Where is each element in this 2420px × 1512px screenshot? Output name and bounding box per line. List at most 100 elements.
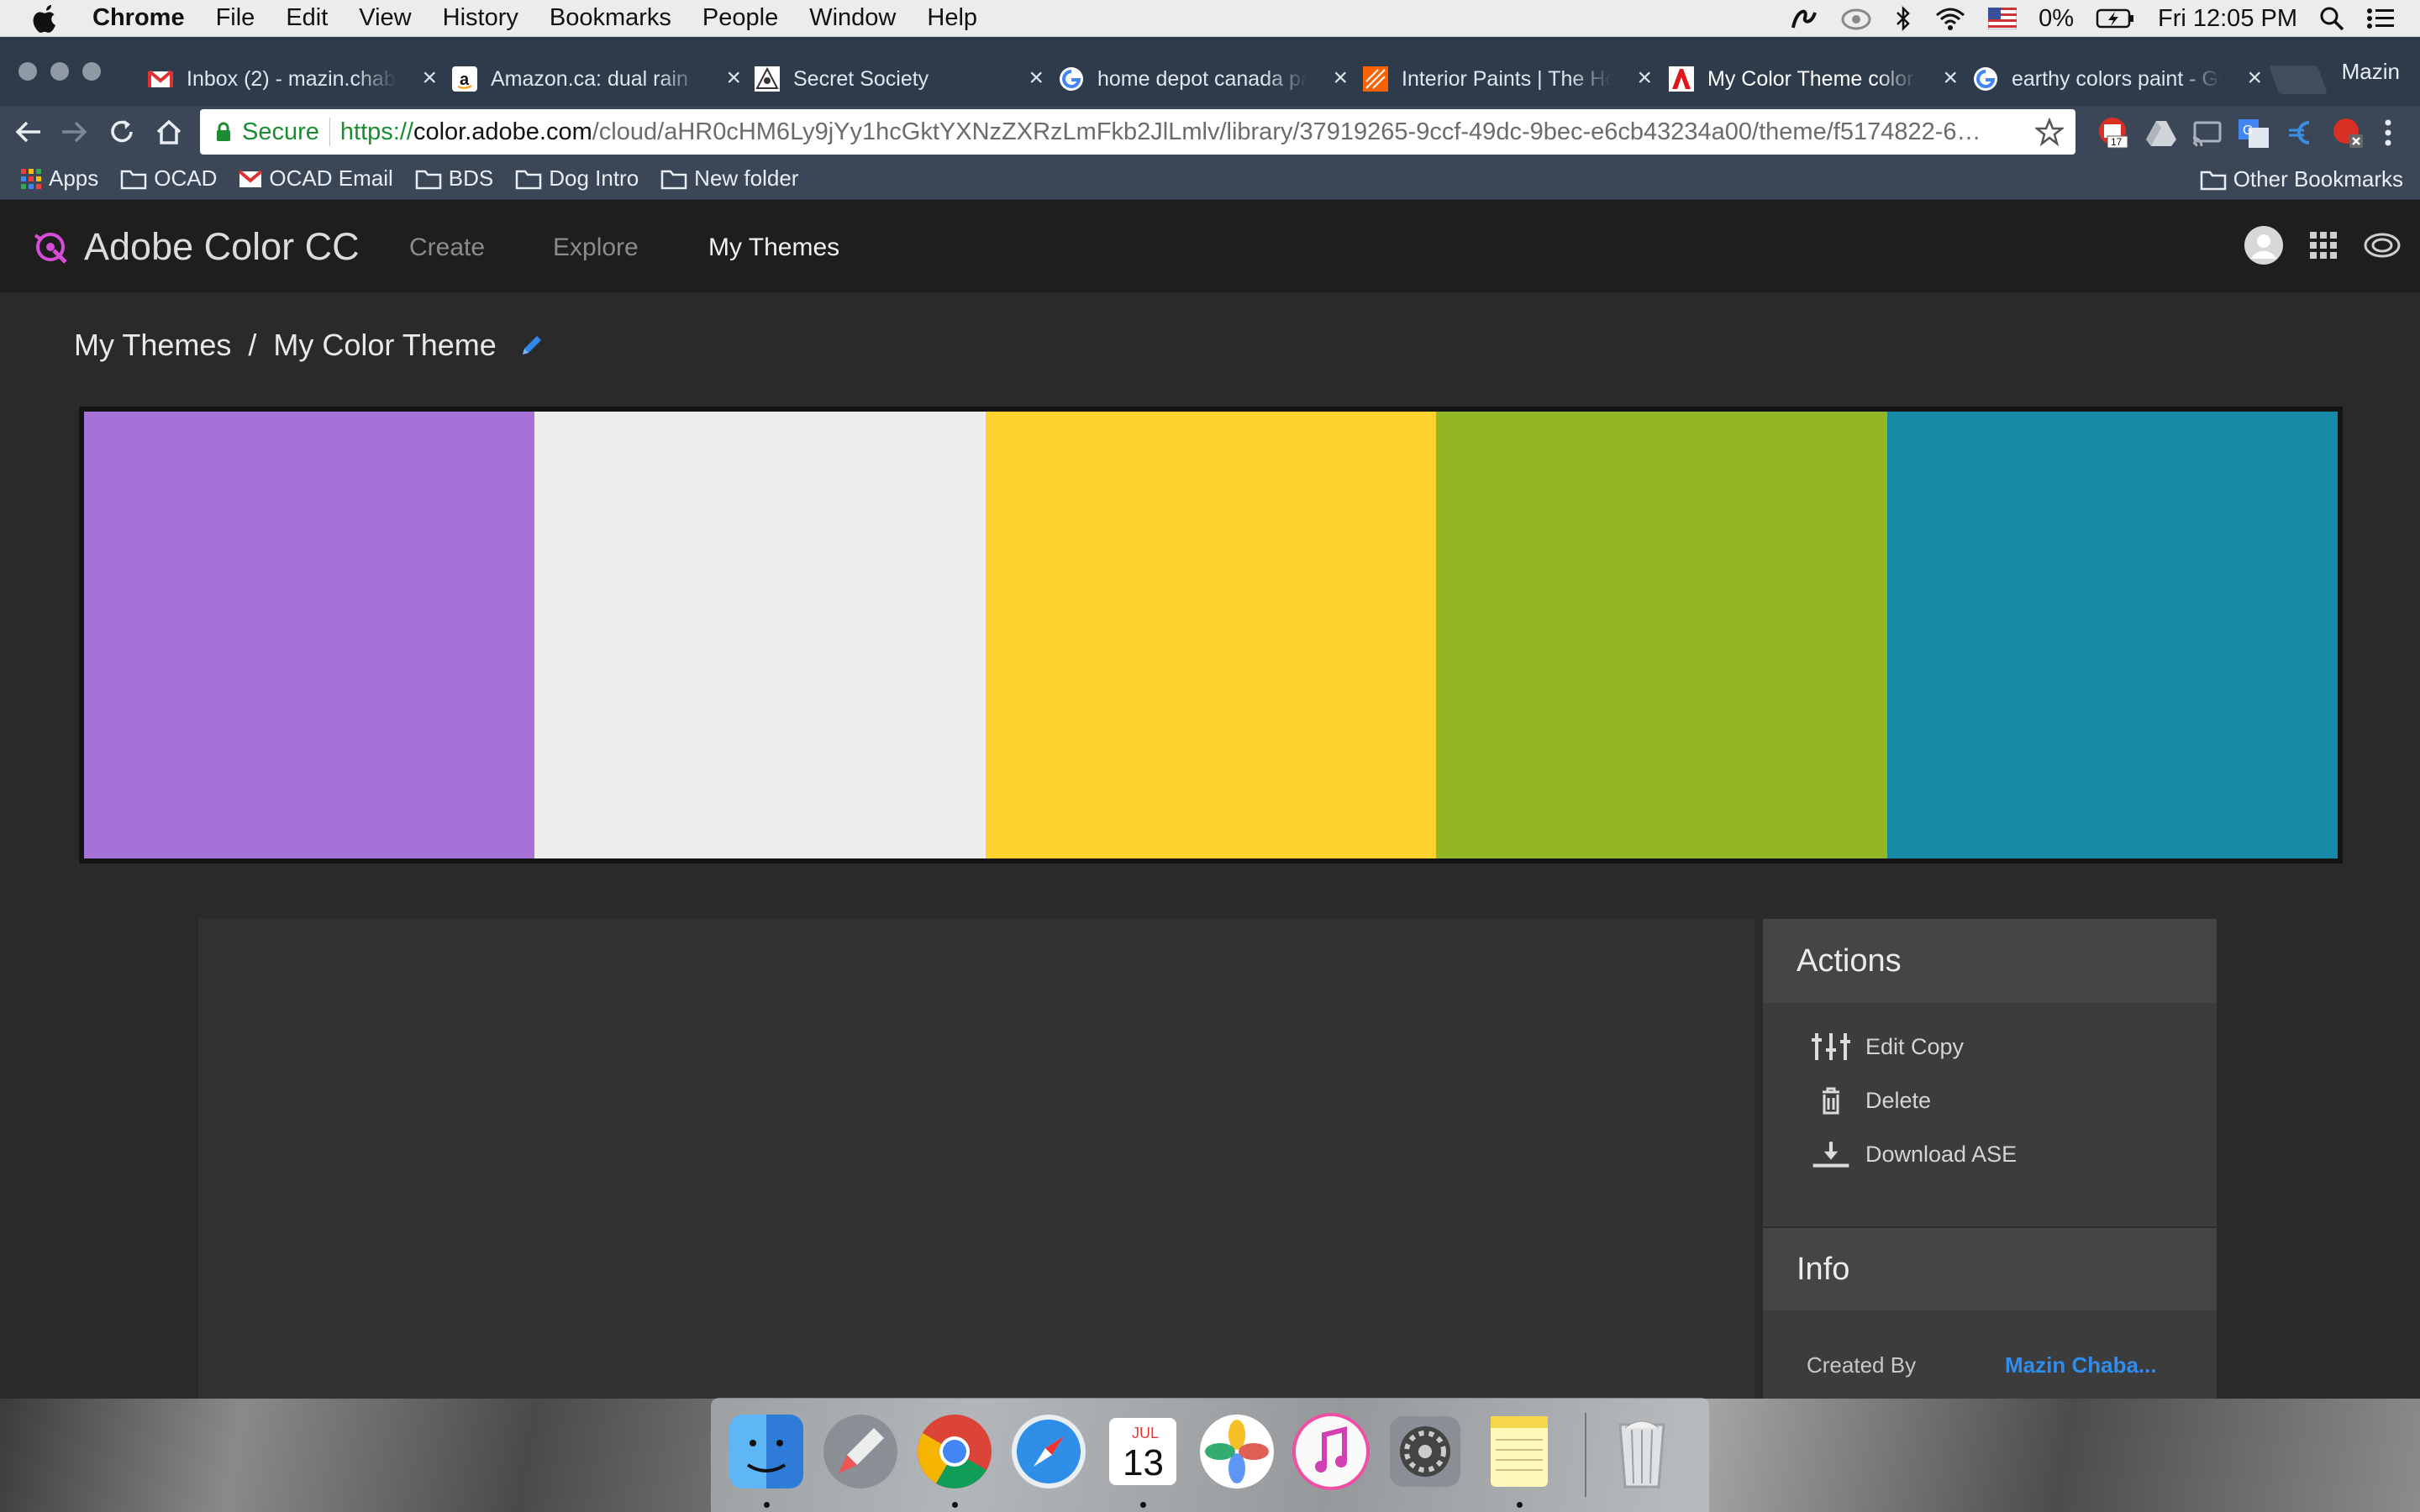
close-tab-icon[interactable]: ×: [2247, 64, 2262, 92]
actions-heading: Actions: [1763, 919, 2217, 1003]
tab-my-color-theme[interactable]: My Color Theme color ×: [1669, 52, 1973, 106]
theme-title: My Color Theme: [273, 328, 497, 362]
folder-icon: [515, 170, 542, 189]
delete-button[interactable]: Delete: [1763, 1074, 2217, 1127]
bookmark-apps[interactable]: Apps: [20, 165, 98, 192]
cast-icon[interactable]: [2190, 116, 2223, 150]
script-app-icon[interactable]: [1790, 6, 1818, 31]
app-grid-icon[interactable]: [2309, 231, 2338, 260]
tab-amazon[interactable]: a Amazon.ca: dual rain ×: [452, 52, 756, 106]
launchpad-icon[interactable]: [820, 1411, 901, 1492]
home-icon[interactable]: [155, 118, 183, 146]
translate-icon[interactable]: G: [2237, 116, 2270, 150]
nav-my-themes[interactable]: My Themes: [708, 234, 839, 262]
calendar-icon[interactable]: JUL13: [1102, 1411, 1183, 1492]
created-by-link[interactable]: Mazin Chaba...: [2005, 1352, 2157, 1378]
color-swatch-4[interactable]: [1436, 412, 1887, 858]
nav-create[interactable]: Create: [409, 234, 485, 262]
running-indicator: [1517, 1502, 1523, 1508]
secure-label: Secure: [242, 118, 319, 145]
color-swatch-1[interactable]: [84, 412, 535, 858]
finder-icon[interactable]: [726, 1411, 807, 1492]
itunes-icon[interactable]: [1291, 1411, 1371, 1492]
action-label: Delete: [1865, 1087, 1932, 1113]
breadcrumb-my-themes[interactable]: My Themes: [74, 328, 231, 363]
apple-icon[interactable]: [32, 3, 60, 34]
zoom-window-button[interactable]: [82, 62, 101, 81]
app-brand-name[interactable]: Adobe Color CC: [84, 225, 360, 269]
menu-history[interactable]: History: [443, 4, 518, 32]
close-window-button[interactable]: [18, 62, 37, 81]
currency-converter-icon[interactable]: [2284, 116, 2317, 150]
bookmark-folder-bds[interactable]: BDS: [415, 165, 493, 192]
menu-chrome[interactable]: Chrome: [92, 4, 185, 32]
tab-gmail-inbox[interactable]: Inbox (2) - mazin.chaba ×: [148, 52, 452, 106]
chrome-profile-name[interactable]: Mazin: [2342, 59, 2400, 85]
google-drive-icon[interactable]: [2144, 116, 2178, 150]
download-ase-button[interactable]: Download ASE: [1763, 1127, 2217, 1181]
chrome-menu-icon[interactable]: [2378, 116, 2412, 150]
bluetooth-icon[interactable]: [1894, 5, 1912, 32]
forward-arrow-icon[interactable]: [59, 118, 89, 146]
creative-cloud-icon[interactable]: [2363, 231, 2402, 260]
folder-icon: [660, 170, 687, 189]
wifi-icon[interactable]: [1934, 6, 1966, 31]
pencil-edit-icon[interactable]: [518, 332, 545, 359]
nav-explore[interactable]: Explore: [553, 234, 639, 262]
notes-icon[interactable]: [1479, 1411, 1560, 1492]
browser-toolbar: Secure https://color.adobe.com/cloud/aHR…: [0, 106, 2420, 158]
back-arrow-icon[interactable]: [13, 118, 44, 146]
close-tab-icon[interactable]: ×: [1943, 64, 1958, 92]
url-text[interactable]: https://color.adobe.com/cloud/aHR0cHM6Ly…: [340, 118, 2038, 146]
menu-bookmarks[interactable]: Bookmarks: [550, 4, 671, 32]
calendar-extension-icon[interactable]: 17: [2096, 116, 2129, 150]
tab-secret-society[interactable]: Secret Society ×: [755, 52, 1059, 106]
blocker-extension-icon[interactable]: [2331, 116, 2365, 150]
menu-edit[interactable]: Edit: [286, 4, 328, 32]
menu-people[interactable]: People: [702, 4, 778, 32]
color-swatch-3[interactable]: [985, 412, 1437, 858]
tab-earthy-colors-search[interactable]: earthy colors paint - Google ×: [1973, 52, 2277, 106]
spotlight-search-icon[interactable]: [2319, 6, 2344, 31]
other-bookmarks-folder[interactable]: Other Bookmarks: [2200, 166, 2403, 192]
notification-center-icon[interactable]: [2366, 7, 2395, 30]
menu-window[interactable]: Window: [809, 4, 896, 32]
color-swatch-2[interactable]: [534, 412, 986, 858]
address-bar[interactable]: Secure https://color.adobe.com/cloud/aHR…: [200, 109, 2075, 155]
tab-title: home depot canada paint: [1097, 66, 1307, 91]
adobe-color-logo-icon[interactable]: [30, 227, 71, 267]
bookmark-star-icon[interactable]: [2035, 118, 2064, 146]
tab-interior-paints[interactable]: Interior Paints | The Home Depot ×: [1363, 52, 1667, 106]
reload-icon[interactable]: [108, 118, 136, 146]
trash-icon[interactable]: [1602, 1411, 1682, 1492]
battery-charging-icon[interactable]: [2096, 8, 2136, 29]
tab-title: Interior Paints | The Home Depot: [1402, 66, 1612, 91]
photos-icon[interactable]: [1197, 1411, 1277, 1492]
close-tab-icon[interactable]: ×: [422, 64, 437, 92]
close-tab-icon[interactable]: ×: [1637, 64, 1652, 92]
us-flag-input-icon[interactable]: [1988, 8, 2018, 29]
system-preferences-icon[interactable]: [1385, 1411, 1465, 1492]
user-avatar-icon[interactable]: [2244, 225, 2284, 265]
tab-title: My Color Theme color: [1707, 66, 1914, 91]
color-swatch-5[interactable]: [1886, 412, 2338, 858]
close-tab-icon[interactable]: ×: [1028, 64, 1044, 92]
menu-file[interactable]: File: [216, 4, 255, 32]
bookmark-ocad-email[interactable]: OCAD Email: [239, 165, 393, 192]
close-tab-icon[interactable]: ×: [726, 64, 741, 92]
menu-bar-clock[interactable]: Fri 12:05 PM: [2158, 5, 2297, 33]
calendar-day: 13: [1123, 1442, 1164, 1483]
safari-icon[interactable]: [1008, 1411, 1089, 1492]
close-tab-icon[interactable]: ×: [1333, 64, 1348, 92]
minimize-window-button[interactable]: [50, 62, 69, 81]
edit-copy-button[interactable]: Edit Copy: [1763, 1020, 2217, 1074]
menu-help[interactable]: Help: [927, 4, 977, 32]
creative-cloud-status-icon[interactable]: [1840, 6, 1872, 31]
bookmark-folder-ocad[interactable]: OCAD: [120, 165, 217, 192]
menu-view[interactable]: View: [359, 4, 411, 32]
new-tab-button[interactable]: [2268, 66, 2328, 94]
chrome-icon[interactable]: [914, 1411, 995, 1492]
bookmark-folder-dog-intro[interactable]: Dog Intro: [515, 165, 639, 192]
bookmark-folder-new-folder[interactable]: New folder: [660, 165, 798, 192]
tab-home-depot-search[interactable]: home depot canada paint ×: [1059, 52, 1363, 106]
